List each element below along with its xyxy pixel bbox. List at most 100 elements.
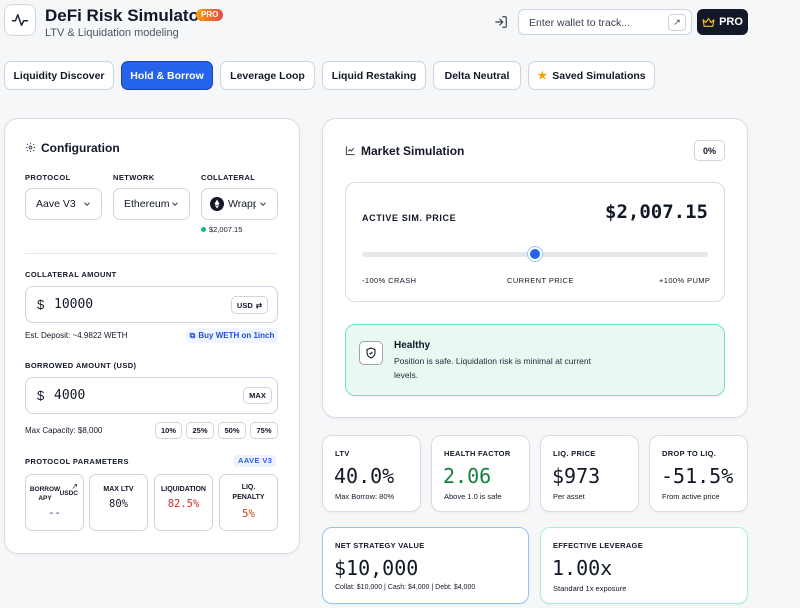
collateral-label: COLLATERAL: [201, 173, 256, 182]
network-label: NETWORK: [113, 173, 155, 182]
param-value: 82.5%: [167, 498, 200, 510]
settings-icon: [25, 142, 36, 153]
tab-leverage-loop[interactable]: Leverage Loop: [220, 61, 315, 90]
stat-label: EFFECTIVE LEVERAGE: [553, 541, 643, 550]
tab-label: Liquid Restaking: [331, 69, 417, 82]
slider-mid-label: CURRENT PRICE: [507, 276, 574, 285]
configuration-title: Configuration: [41, 141, 120, 155]
param-sub: USDC: [59, 490, 78, 497]
stat-label: LTV: [335, 449, 350, 458]
health-status-title: Healthy: [394, 340, 431, 351]
pro-button[interactable]: PRO: [697, 9, 748, 35]
active-price-value: $2,007.15: [605, 201, 708, 223]
preset-10-button[interactable]: 10%: [155, 422, 182, 439]
buy-weth-link[interactable]: ⧉ Buy WETH on 1inch: [186, 328, 278, 343]
tab-liquidity-discover[interactable]: Liquidity Discover: [4, 61, 114, 90]
swap-icon: ⇄: [255, 300, 263, 310]
param-label: LIQUIDATION: [161, 486, 206, 493]
stat-sub: Per asset: [553, 492, 585, 501]
crown-icon: [702, 17, 715, 27]
slider-min-label: -100% CRASH: [362, 276, 417, 285]
price-change-badge: 0%: [694, 140, 725, 161]
unit-toggle-label: USD: [236, 300, 253, 310]
tab-label: Hold & Borrow: [130, 69, 204, 82]
param-max-ltv: MAX LTV 80%: [89, 474, 148, 531]
tab-liquid-restaking[interactable]: Liquid Restaking: [322, 61, 426, 90]
protocol-badge: AAVE V3: [234, 455, 277, 467]
tab-label: Saved Simulations: [552, 69, 646, 82]
stat-sub: Standard 1x exposure: [553, 584, 627, 593]
preset-25-button[interactable]: 25%: [186, 422, 214, 439]
network-select[interactable]: Ethereum: [113, 188, 190, 220]
param-value: --: [48, 507, 61, 519]
login-icon[interactable]: [492, 13, 510, 31]
param-label: LIQ. PENALTY: [232, 484, 265, 501]
market-simulation-title: Market Simulation: [361, 144, 465, 158]
tab-label: Leverage Loop: [230, 69, 305, 82]
protocol-select[interactable]: Aave V3: [25, 188, 102, 220]
app-logo: [4, 4, 36, 36]
wallet-field: ↗: [518, 9, 692, 35]
preset-50-button[interactable]: 50%: [218, 422, 246, 439]
stat-label: NET STRATEGY VALUE: [335, 541, 425, 550]
chevron-down-icon: [84, 202, 90, 206]
chevron-down-icon: [260, 202, 266, 206]
collateral-amount-input[interactable]: 10000: [54, 297, 93, 312]
tab-hold-borrow[interactable]: Hold & Borrow: [121, 61, 213, 90]
wallet-input[interactable]: [529, 15, 659, 31]
protocol-value: Aave V3: [36, 198, 76, 210]
protocol-label: PROTOCOL: [25, 173, 71, 182]
divider: [25, 253, 278, 254]
borrowed-amount-label: BORROWED AMOUNT (USD): [25, 361, 137, 370]
pro-button-label: PRO: [719, 16, 743, 28]
param-value: 5%: [242, 508, 255, 520]
price-slider-thumb[interactable]: [528, 247, 542, 261]
param-borrow-apy: BORROW APY ↗ USDC --: [25, 474, 84, 531]
stat-label: HEALTH FACTOR: [444, 449, 511, 458]
app-title: DeFi Risk Simulator: [45, 6, 206, 25]
stat-net-strategy-value: NET STRATEGY VALUE $10,000 Collat: $10,0…: [322, 527, 529, 604]
stat-value: $10,000: [334, 556, 419, 580]
stat-label: LIQ. PRICE: [553, 449, 596, 458]
preset-75-button[interactable]: 75%: [250, 422, 278, 439]
tab-saved-simulations[interactable]: ★ Saved Simulations: [528, 61, 655, 90]
stat-liq-price: LIQ. PRICE $973 Per asset: [540, 435, 639, 512]
activity-icon: [11, 14, 29, 26]
borrowed-amount-field: $ 4000 MAX: [25, 377, 278, 414]
arrow-up-right-icon[interactable]: ↗: [668, 14, 686, 31]
unit-toggle-button[interactable]: USD ⇄: [231, 296, 268, 314]
max-button[interactable]: MAX: [243, 387, 272, 404]
chart-line-icon: [345, 146, 355, 156]
stat-health-factor: HEALTH FACTOR 2.06 Above 1.0 is safe: [431, 435, 530, 512]
tab-label: Delta Neutral: [444, 69, 510, 82]
stat-value: 40.0%: [334, 464, 395, 488]
collateral-select[interactable]: Wrapped Ether: [201, 188, 278, 220]
collateral-value: Wrapped Ether: [228, 198, 256, 210]
stat-value: 2.06: [443, 464, 492, 488]
star-icon: ★: [537, 70, 548, 82]
shield-icon: [359, 341, 383, 365]
tab-delta-neutral[interactable]: Delta Neutral: [433, 61, 521, 90]
param-value: 80%: [109, 498, 128, 510]
stat-effective-leverage: EFFECTIVE LEVERAGE 1.00x Standard 1x exp…: [540, 527, 748, 604]
param-label: MAX LTV: [103, 486, 134, 493]
stat-sub: From active price: [662, 492, 720, 501]
currency-symbol: $: [37, 297, 45, 312]
stat-sub: Above 1.0 is safe: [444, 492, 502, 501]
buy-weth-label: Buy WETH on 1inch: [198, 331, 275, 340]
est-deposit: Est. Deposit: ~4.9822 WETH: [25, 331, 128, 340]
network-value: Ethereum: [124, 198, 170, 210]
app-subtitle: LTV & Liquidation modeling: [45, 27, 179, 39]
stat-value: -51.5%: [661, 464, 734, 488]
stat-label: DROP TO LIQ.: [662, 449, 717, 458]
borrowed-amount-input[interactable]: 4000: [54, 388, 85, 403]
health-status-text: Position is safe. Liquidation risk is mi…: [394, 356, 591, 380]
protocol-params-label: PROTOCOL PARAMETERS: [25, 457, 129, 466]
max-capacity: Max Capacity: $8,000: [25, 426, 103, 435]
param-liquidation: LIQUIDATION 82.5%: [154, 474, 213, 531]
chevron-down-icon: [172, 202, 178, 206]
collateral-amount-field: $ 10000 USD ⇄: [25, 286, 278, 323]
stat-sub: Collat: $10,000 | Cash: $4,000 | Debt: $…: [335, 584, 476, 591]
currency-symbol: $: [37, 388, 45, 403]
weth-token-icon: [210, 197, 224, 211]
